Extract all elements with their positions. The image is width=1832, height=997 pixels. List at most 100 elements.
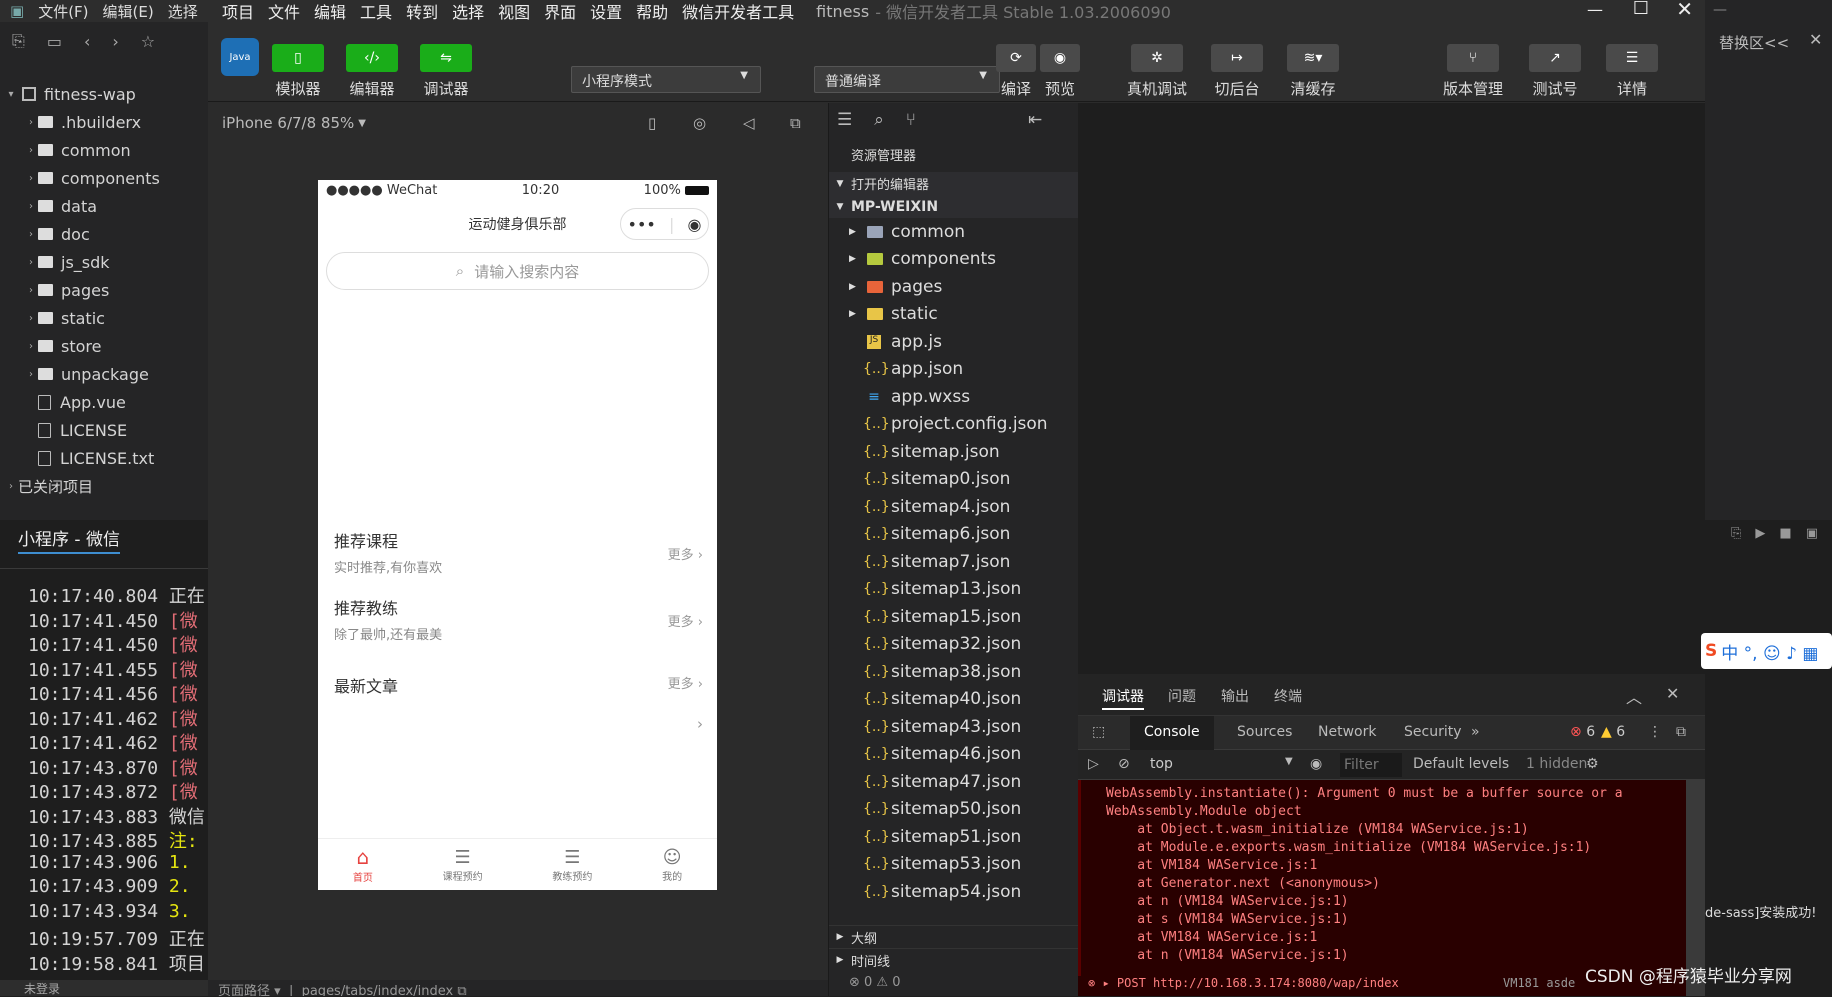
capsule-menu[interactable]: ••• | ◉ — [620, 208, 709, 240]
search-input[interactable]: ⌕ 请输入搜索内容 — [326, 252, 709, 290]
star-icon[interactable]: ☆ — [141, 32, 155, 51]
test-account-button[interactable]: ↗ 测试号 — [1529, 44, 1581, 99]
close-window-icon[interactable]: ✕ — [1676, 0, 1693, 21]
stop-icon[interactable]: ■ — [1779, 526, 1791, 541]
file-item[interactable]: {..} sitemap50.json — [829, 796, 1078, 824]
inspect-icon[interactable]: ⬚ — [1092, 724, 1105, 740]
file-item[interactable]: {..} sitemap47.json — [829, 768, 1078, 796]
maximize-icon[interactable]: ☐ — [1633, 0, 1649, 19]
file-item[interactable]: {..} sitemap15.json — [829, 603, 1078, 631]
file-item[interactable]: {..} sitemap38.json — [829, 658, 1078, 686]
eye-icon[interactable]: ◉ — [1310, 756, 1322, 772]
clear-cache-button[interactable]: ≋▾ 清缓存 — [1287, 44, 1339, 99]
file-item[interactable]: {..} sitemap0.json — [829, 466, 1078, 494]
menu-item[interactable]: 工具 — [360, 3, 392, 22]
tab-network[interactable]: Network — [1318, 724, 1376, 740]
tab-console[interactable]: Console — [1130, 716, 1214, 750]
file-item[interactable]: LICENSE — [0, 416, 208, 444]
error-line[interactable]: at s (VM184 WAService.js:1) — [1106, 911, 1688, 929]
console-tab-miniprogram[interactable]: 小程序 - 微信 — [18, 525, 120, 554]
version-button[interactable]: ⑂ 版本管理 — [1443, 44, 1503, 99]
kebab-icon[interactable]: ⋮ — [1648, 724, 1662, 740]
split-icon[interactable]: ▣ — [1806, 526, 1818, 541]
error-line[interactable]: at Module.e.exports.wasm_initialize (VM1… — [1106, 839, 1688, 857]
more-link[interactable]: 更多 › — [668, 611, 703, 630]
menu-item[interactable]: 界面 — [544, 3, 576, 22]
tab-security[interactable]: Security — [1404, 724, 1462, 740]
record-icon[interactable]: ◎ — [693, 114, 706, 132]
menu-select[interactable]: 选择 — [168, 1, 198, 22]
file-item[interactable]: {..} sitemap46.json — [829, 741, 1078, 769]
undock-icon[interactable]: ⧉ — [1676, 724, 1686, 740]
more-tabs-icon[interactable]: » — [1471, 724, 1480, 740]
ime-toolbar[interactable]: S中 °, ☺ ♪ ▦ — [1701, 633, 1832, 669]
folder-item[interactable]: › data — [0, 192, 208, 220]
levels-select[interactable]: Default levels — [1413, 756, 1509, 772]
tab-sources[interactable]: Sources — [1237, 724, 1292, 740]
collapse-icon[interactable]: ⇤ — [1028, 110, 1042, 130]
timeline-section[interactable]: ▶ 时间线 — [829, 948, 1079, 971]
menu-item[interactable]: 转到 — [406, 3, 438, 22]
export-icon[interactable]: ⎘ — [1731, 526, 1741, 541]
minimize-icon[interactable]: — — [1713, 2, 1727, 18]
folder-item[interactable]: › components — [0, 164, 208, 192]
play-icon[interactable]: ▶ — [1755, 526, 1765, 541]
tab-mine[interactable]: ☺ 我的 — [662, 847, 682, 883]
error-count[interactable]: ⊗ 0 ⚠ 0 — [829, 975, 1079, 996]
more-link[interactable]: 更多 › — [668, 544, 703, 563]
file-item[interactable]: ≡ app.wxss — [829, 383, 1078, 411]
error-badge[interactable]: ⊗ 6 — [1570, 724, 1595, 740]
volume-icon[interactable]: ◁ — [743, 114, 755, 132]
compile-mode-select[interactable]: 普通编译 ▼ — [814, 66, 1000, 93]
file-item[interactable]: {..} sitemap54.json — [829, 878, 1078, 906]
folder-item[interactable]: ▶ components — [829, 246, 1078, 274]
menu-file[interactable]: 文件(F) — [38, 1, 88, 22]
closed-projects[interactable]: › 已关闭项目 — [0, 472, 208, 500]
context-select[interactable]: top — [1150, 756, 1173, 772]
file-item[interactable]: {..} sitemap13.json — [829, 576, 1078, 604]
preview-button[interactable]: ◉ 预览 — [1040, 44, 1080, 99]
file-item[interactable]: {..} project.config.json — [829, 411, 1078, 439]
chevron-down-icon[interactable]: ▼ — [1285, 756, 1293, 767]
file-item[interactable]: {..} sitemap43.json — [829, 713, 1078, 741]
branch-icon[interactable]: ⑂ — [906, 110, 916, 130]
replace-toggle[interactable]: 替换区<< — [1719, 32, 1789, 53]
tab-course-booking[interactable]: ☰ 课程预约 — [443, 847, 483, 883]
rotate-icon[interactable]: ▯ — [648, 114, 656, 132]
menu-item[interactable]: 项目 — [222, 3, 254, 22]
tab-debugger[interactable]: 调试器 — [1102, 686, 1144, 710]
folder-item[interactable]: › js_sdk — [0, 248, 208, 276]
folder-item[interactable]: ▶ static — [829, 301, 1078, 329]
save-icon[interactable]: ▭ — [47, 32, 62, 51]
file-item[interactable]: LICENSE.txt — [0, 444, 208, 472]
menu-item[interactable]: 视图 — [498, 3, 530, 22]
chevron-right-icon[interactable]: › — [697, 715, 703, 733]
project-root[interactable]: ▾ fitness-wap — [0, 80, 208, 108]
file-item[interactable]: {..} sitemap51.json — [829, 823, 1078, 851]
error-line[interactable]: at Generator.next (<anonymous>) — [1106, 875, 1688, 893]
simulator-toggle[interactable]: ▯ 模拟器 — [272, 44, 324, 99]
file-item[interactable]: {..} sitemap53.json — [829, 851, 1078, 879]
folder-item[interactable]: › unpackage — [0, 360, 208, 388]
file-item[interactable]: JS app.js — [829, 328, 1078, 356]
tab-coach-booking[interactable]: ☰ 教练预约 — [552, 847, 592, 883]
folder-item[interactable]: › doc — [0, 220, 208, 248]
back-icon[interactable]: ‹ — [84, 32, 90, 51]
folder-item[interactable]: ▶ pages — [829, 273, 1078, 301]
error-line[interactable]: at VM184 WAService.js:1 — [1106, 857, 1688, 875]
more-dots-icon[interactable]: ••• — [628, 215, 656, 234]
tab-problems[interactable]: 问题 — [1168, 686, 1196, 706]
minimize-icon[interactable]: — — [1587, 0, 1603, 19]
section-coaches[interactable]: 推荐教练 除了最帅,还有最美 更多 › — [334, 595, 703, 643]
avatar[interactable]: Java — [221, 38, 259, 76]
file-item[interactable]: {..} sitemap40.json — [829, 686, 1078, 714]
file-item[interactable]: {..} sitemap4.json — [829, 493, 1078, 521]
folder-item[interactable]: ▶ common — [829, 218, 1078, 246]
menu-item[interactable]: 微信开发者工具 — [682, 3, 794, 22]
section-articles[interactable]: 最新文章 更多 › › — [334, 673, 703, 733]
menu-item[interactable]: 设置 — [590, 3, 622, 22]
close-mp-icon[interactable]: ◉ — [687, 215, 701, 234]
search-icon[interactable]: ⌕ — [874, 110, 884, 130]
file-item[interactable]: {..} sitemap6.json — [829, 521, 1078, 549]
error-line[interactable]: at VM184 WAService.js:1 — [1106, 929, 1688, 947]
